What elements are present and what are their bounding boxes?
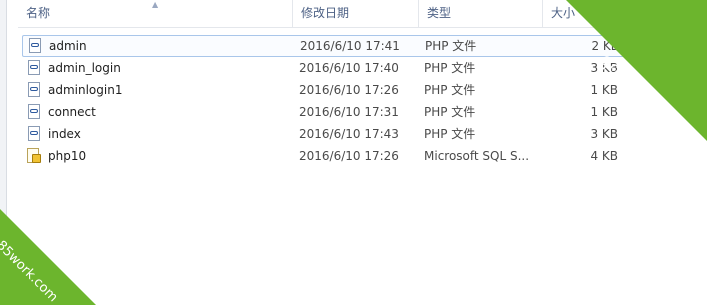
file-date: 2016/6/10 17:40 xyxy=(299,61,399,75)
file-date: 2016/6/10 17:41 xyxy=(300,39,400,53)
file-type: PHP 文件 xyxy=(424,61,476,75)
file-name: admin xyxy=(49,39,87,53)
php-file-icon xyxy=(28,82,40,97)
column-header-name-label: 名称 xyxy=(26,6,51,20)
file-date: 2016/6/10 17:26 xyxy=(299,149,399,163)
php-file-icon xyxy=(28,60,40,75)
file-type: PHP 文件 xyxy=(424,83,476,97)
file-name: php10 xyxy=(48,149,87,163)
file-date: 2016/6/10 17:26 xyxy=(299,83,399,97)
php-file-icon xyxy=(29,38,41,53)
file-row[interactable]: admin 2016/6/10 17:41 PHP 文件 2 KB xyxy=(22,35,624,57)
file-name: adminlogin1 xyxy=(48,83,123,97)
file-row[interactable]: index 2016/6/10 17:43 PHP 文件 3 KB xyxy=(22,123,624,145)
file-name: connect xyxy=(48,105,96,119)
file-date: 2016/6/10 17:31 xyxy=(299,105,399,119)
file-name: index xyxy=(48,127,81,141)
column-header-date[interactable]: 修改日期 xyxy=(292,0,418,27)
file-row[interactable]: admin_login 2016/6/10 17:40 PHP 文件 3 KB xyxy=(22,57,624,79)
file-size: 4 KB xyxy=(590,149,618,163)
column-header-bar: 名称 ▲ 修改日期 类型 大小 xyxy=(18,0,624,28)
php-file-icon xyxy=(28,104,40,119)
file-row[interactable]: adminlogin1 2016/6/10 17:26 PHP 文件 1 KB xyxy=(22,79,624,101)
file-type: PHP 文件 xyxy=(424,105,476,119)
column-header-type[interactable]: 类型 xyxy=(418,0,542,27)
file-type: Microsoft SQL S... xyxy=(424,149,530,163)
file-name: admin_login xyxy=(48,61,121,75)
file-type: PHP 文件 xyxy=(425,39,477,53)
file-list: admin 2016/6/10 17:41 PHP 文件 2 KB admin_… xyxy=(22,35,624,167)
watermark-corner-right xyxy=(566,0,707,141)
file-row[interactable]: php10 2016/6/10 17:26 Microsoft SQL S...… xyxy=(22,145,624,167)
file-type: PHP 文件 xyxy=(424,127,476,141)
column-header-date-label: 修改日期 xyxy=(301,6,350,20)
sort-ascending-icon: ▲ xyxy=(152,0,159,9)
column-header-name[interactable]: 名称 ▲ xyxy=(18,0,292,27)
sql-file-icon xyxy=(27,148,41,163)
php-file-icon xyxy=(28,126,40,141)
column-header-type-label: 类型 xyxy=(427,6,452,20)
file-date: 2016/6/10 17:43 xyxy=(299,127,399,141)
file-row[interactable]: connect 2016/6/10 17:31 PHP 文件 1 KB xyxy=(22,101,624,123)
